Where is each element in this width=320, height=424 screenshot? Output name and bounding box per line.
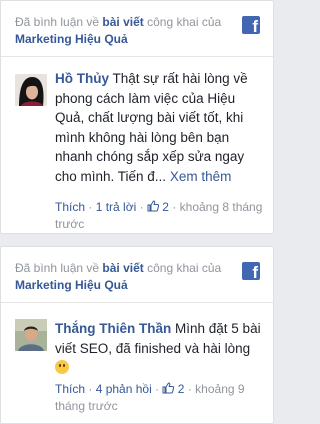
public-of-text: công khai của (147, 15, 222, 29)
like-count[interactable]: 2 (178, 382, 185, 396)
separator-dot: · (139, 200, 144, 214)
reply-link[interactable]: 4 phản hồi (96, 382, 152, 396)
page-link[interactable]: Marketing Hiệu Quả (15, 31, 235, 48)
page-link[interactable]: Marketing Hiệu Quả (15, 277, 235, 294)
comment-body: Hồ Thủy Thật sự rất hài lòng về phong cá… (55, 69, 265, 186)
see-more-link[interactable]: Xem thêm (170, 169, 232, 184)
comment-text: Thật sự rất hài lòng về phong cách làm v… (55, 71, 248, 184)
timestamp[interactable]: khoảng 8 tháng trước (55, 200, 262, 231)
comment-meta: Thích · 1 trả lời · 2 · khoảng 8 tháng t… (55, 199, 265, 233)
comment-card: Đã bình luận về bài viết công khai của M… (0, 246, 274, 424)
separator-dot: · (88, 200, 93, 214)
author-name[interactable]: Thắng Thiên Thần (55, 321, 171, 336)
avatar[interactable] (15, 74, 47, 106)
smile-emoji-icon (55, 360, 69, 374)
public-of-text: công khai của (147, 261, 222, 275)
comment-body: Thắng Thiên Thần Mình đặt 5 bài viết SEO… (55, 319, 265, 378)
divider (1, 302, 273, 303)
post-link[interactable]: bài viết (102, 261, 143, 275)
facebook-icon[interactable]: f (242, 16, 260, 34)
like-link[interactable]: Thích (55, 382, 85, 396)
separator-dot: · (88, 382, 93, 396)
facebook-icon[interactable]: f (242, 262, 260, 280)
comment-meta: Thích · 4 phản hồi · 2 · khoảng 9 tháng … (55, 381, 265, 415)
action-text: Đã bình luận về (15, 15, 100, 29)
post-link[interactable]: bài viết (102, 15, 143, 29)
comment-header: Đã bình luận về bài viết công khai của M… (15, 260, 235, 294)
separator-dot: · (187, 382, 192, 396)
thumbs-up-icon (147, 200, 159, 212)
author-name[interactable]: Hồ Thủy (55, 71, 109, 86)
separator-dot: · (172, 200, 177, 214)
divider (1, 56, 273, 57)
thumbs-up-icon (162, 382, 175, 394)
avatar[interactable] (15, 319, 47, 351)
like-count[interactable]: 2 (162, 200, 169, 214)
comment-card: Đã bình luận về bài viết công khai của M… (0, 0, 274, 234)
action-text: Đã bình luận về (15, 261, 100, 275)
like-link[interactable]: Thích (55, 200, 85, 214)
comment-header: Đã bình luận về bài viết công khai của M… (15, 14, 235, 48)
separator-dot: · (155, 382, 160, 396)
reply-link[interactable]: 1 trả lời (96, 200, 137, 214)
